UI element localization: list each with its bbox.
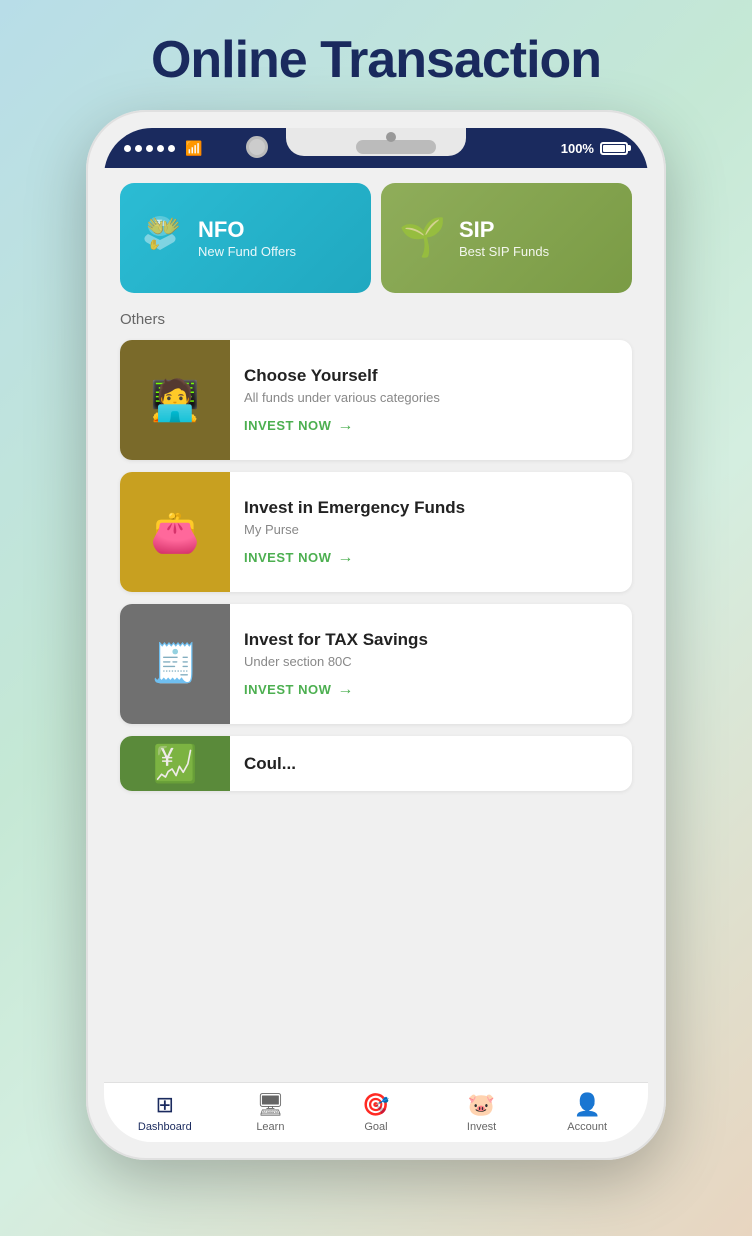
sip-card[interactable]: 🌱 SIP Best SIP Funds — [381, 183, 632, 293]
bottom-nav: ⊞ Dashboard 🖥 Learn 🎯 Goal 🐷 Invest 👤 Ac… — [104, 1082, 648, 1142]
front-sensor — [386, 132, 396, 142]
tax-savings-title: Invest for TAX Savings — [244, 630, 428, 650]
choose-yourself-content: Choose Yourself All funds under various … — [230, 340, 454, 460]
nav-item-account[interactable]: 👤 Account — [534, 1092, 640, 1133]
arrow-icon: → — [337, 417, 354, 435]
list-item[interactable]: 👛 Invest in Emergency Funds My Purse INV… — [120, 472, 632, 592]
invest-icon: 🐷 — [468, 1092, 495, 1118]
nav-label-learn: Learn — [256, 1121, 284, 1133]
battery-area: 100% — [561, 141, 628, 156]
coul-content: Coul... — [230, 736, 310, 791]
list-item[interactable]: 🧑‍💻 Choose Yourself All funds under vari… — [120, 340, 632, 460]
tax-savings-content: Invest for TAX Savings Under section 80C… — [230, 604, 442, 724]
phone-speaker — [356, 140, 436, 154]
top-cards: ₹ ✋ 👐 NFO New Fund Offers — [120, 183, 632, 293]
phone-screen: 📶 9:41 AM 100% ₹ — [104, 128, 648, 1142]
emergency-funds-cta[interactable]: INVEST NOW → — [244, 549, 465, 567]
nav-label-dashboard: Dashboard — [138, 1121, 192, 1133]
wifi-icon: 📶 — [185, 140, 202, 157]
nav-label-invest: Invest — [467, 1121, 496, 1133]
sip-title: SIP — [459, 217, 549, 243]
section-others-label: Others — [120, 311, 632, 328]
signal-dots: 📶 — [124, 140, 202, 157]
nav-item-dashboard[interactable]: ⊞ Dashboard — [112, 1092, 218, 1133]
svg-text:🌱: 🌱 — [399, 216, 446, 259]
svg-text:👐: 👐 — [146, 212, 181, 242]
nfo-title: NFO — [198, 217, 296, 243]
page-title: Online Transaction — [151, 30, 601, 90]
nav-label-goal: Goal — [364, 1121, 387, 1133]
tax-savings-sub: Under section 80C — [244, 654, 428, 669]
coul-title: Coul... — [244, 754, 296, 774]
choose-yourself-cta[interactable]: INVEST NOW → — [244, 417, 440, 435]
nfo-text: NFO New Fund Offers — [198, 217, 296, 258]
emergency-funds-sub: My Purse — [244, 522, 465, 537]
camera-dot — [246, 136, 268, 158]
emergency-funds-content: Invest in Emergency Funds My Purse INVES… — [230, 472, 479, 592]
nfo-card[interactable]: ₹ ✋ 👐 NFO New Fund Offers — [120, 183, 371, 293]
sip-subtitle: Best SIP Funds — [459, 244, 549, 259]
list-item[interactable]: 🧾 Invest for TAX Savings Under section 8… — [120, 604, 632, 724]
arrow-icon: → — [337, 549, 354, 567]
learn-icon: 🖥 — [256, 1092, 284, 1118]
choose-yourself-image: 🧑‍💻 — [120, 340, 230, 460]
nav-label-account: Account — [567, 1121, 607, 1133]
nfo-subtitle: New Fund Offers — [198, 244, 296, 259]
nav-item-learn[interactable]: 🖥 Learn — [218, 1092, 324, 1133]
arrow-icon: → — [337, 681, 354, 699]
sip-icon: 🌱 — [395, 212, 447, 264]
coul-image: 💹 — [120, 736, 230, 791]
account-icon: 👤 — [573, 1092, 600, 1118]
nav-item-goal[interactable]: 🎯 Goal — [323, 1092, 429, 1133]
tax-savings-image: 🧾 — [120, 604, 230, 724]
dashboard-icon: ⊞ — [156, 1092, 174, 1118]
battery-percent: 100% — [561, 141, 594, 156]
emergency-funds-title: Invest in Emergency Funds — [244, 498, 465, 518]
list-item[interactable]: 💹 Coul... — [120, 736, 632, 791]
nav-item-invest[interactable]: 🐷 Invest — [429, 1092, 535, 1133]
screen-content: ₹ ✋ 👐 NFO New Fund Offers — [104, 168, 648, 1082]
sip-text: SIP Best SIP Funds — [459, 217, 549, 258]
choose-yourself-title: Choose Yourself — [244, 366, 440, 386]
nfo-icon: ₹ ✋ 👐 — [134, 212, 186, 264]
emergency-funds-image: 👛 — [120, 472, 230, 592]
battery-icon — [600, 142, 628, 155]
phone-shell: 📶 9:41 AM 100% ₹ — [86, 110, 666, 1160]
choose-yourself-sub: All funds under various categories — [244, 390, 440, 405]
goal-icon: 🎯 — [362, 1092, 389, 1118]
tax-savings-cta[interactable]: INVEST NOW → — [244, 681, 428, 699]
